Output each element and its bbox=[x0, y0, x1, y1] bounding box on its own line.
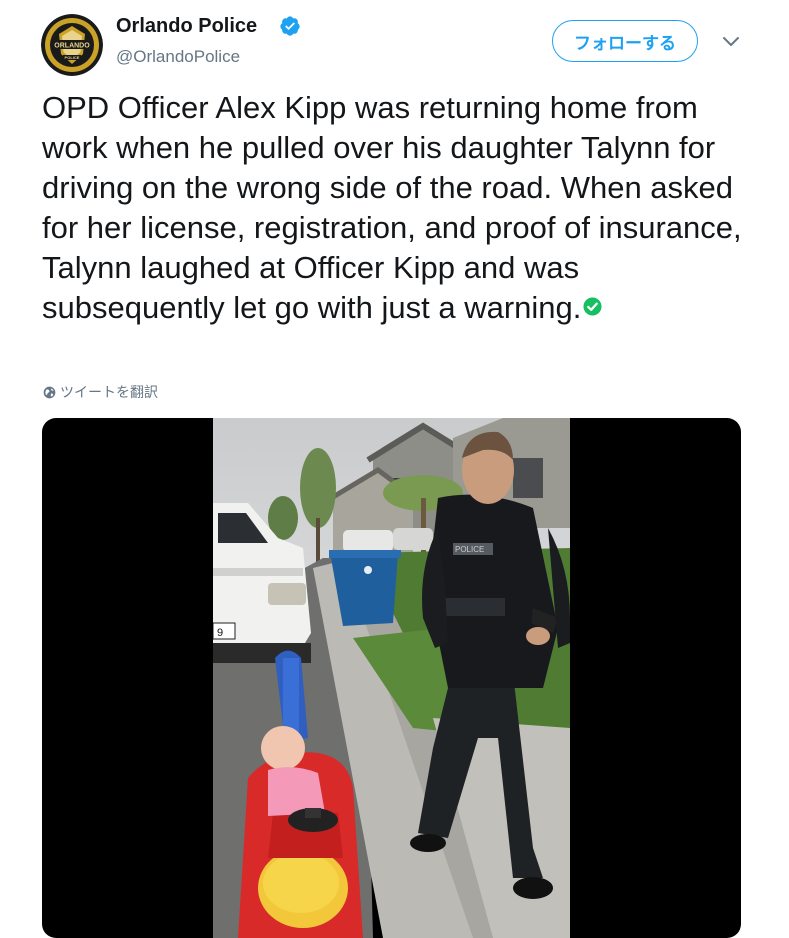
video-frame[interactable]: 9 POLICE bbox=[213, 418, 570, 938]
white-check-mark-emoji bbox=[583, 297, 602, 316]
svg-text:9: 9 bbox=[217, 627, 223, 639]
follow-button[interactable]: フォローする bbox=[552, 20, 698, 62]
author-handle[interactable]: @OrlandoPolice bbox=[116, 47, 240, 67]
badge-top-text: ORLANDO bbox=[54, 43, 90, 50]
police-badge-logo: ORLANDO POLICE bbox=[41, 14, 103, 76]
verified-badge-icon bbox=[280, 16, 300, 36]
tweet-text: OPD Officer Alex Kipp was returning home… bbox=[42, 88, 762, 328]
author-name[interactable]: Orlando Police bbox=[116, 15, 257, 38]
globe-icon bbox=[43, 386, 56, 398]
translate-label: ツイートを翻訳 bbox=[60, 385, 158, 401]
svg-text:POLICE: POLICE bbox=[455, 545, 484, 554]
badge-bottom-text: POLICE bbox=[65, 55, 80, 60]
tweet-text-content: OPD Officer Alex Kipp was returning home… bbox=[42, 90, 742, 325]
tweet-media-video[interactable]: 9 POLICE bbox=[42, 418, 741, 938]
translate-tweet-link[interactable]: ツイートを翻訳 bbox=[43, 382, 158, 402]
chevron-down-icon[interactable] bbox=[722, 36, 740, 48]
avatar[interactable]: ORLANDO POLICE bbox=[41, 14, 103, 76]
